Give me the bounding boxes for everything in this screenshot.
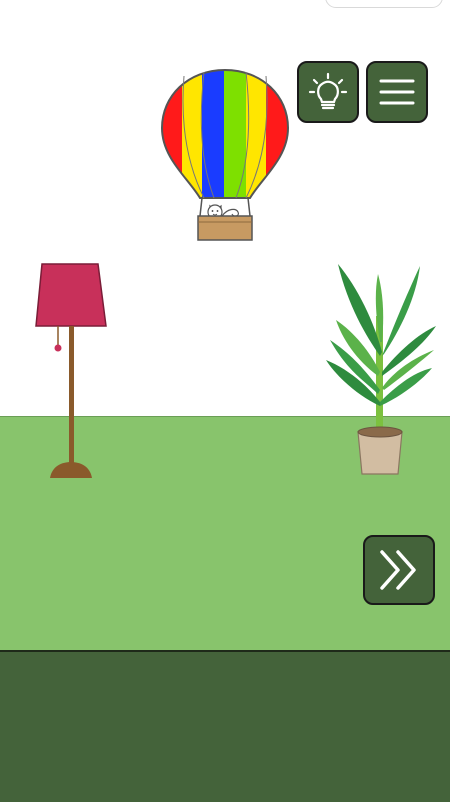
hint-button[interactable] [297, 61, 359, 123]
bottom-bar [0, 650, 450, 802]
hot-air-balloon[interactable] [158, 66, 292, 244]
floor-lamp-icon [35, 263, 107, 478]
potted-plant[interactable] [318, 256, 442, 480]
game-scene [0, 0, 450, 802]
top-pill [325, 0, 443, 8]
double-chevron-right-icon [380, 550, 416, 590]
next-room-button[interactable] [363, 535, 435, 605]
menu-button[interactable] [366, 61, 428, 123]
hot-air-balloon-icon [160, 68, 290, 241]
potted-plant-icon [326, 264, 436, 475]
floor-lamp[interactable] [30, 260, 112, 482]
lightbulb-icon [308, 72, 348, 110]
hamburger-menu-icon [379, 79, 415, 105]
